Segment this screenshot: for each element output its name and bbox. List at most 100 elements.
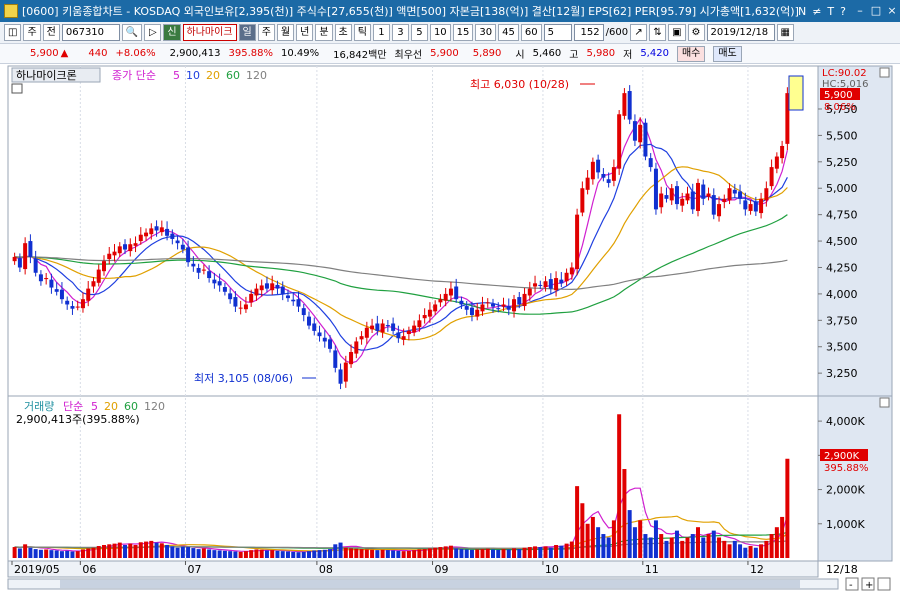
- count-input[interactable]: 152: [573, 24, 604, 41]
- sell-button[interactable]: 매도: [713, 45, 742, 62]
- volume-bar: [254, 549, 259, 558]
- volume-bar: [448, 545, 453, 558]
- period-day-button[interactable]: 일: [238, 24, 256, 41]
- interval-3-button[interactable]: 3: [391, 24, 409, 41]
- volume-bar: [538, 547, 543, 558]
- volume-bar: [191, 548, 196, 558]
- volume-bar: [86, 548, 91, 558]
- line-chart-icon[interactable]: ↗: [630, 24, 648, 41]
- volume-bar: [527, 547, 532, 558]
- candle-body: [533, 283, 538, 287]
- price-panel-menu[interactable]: [879, 67, 890, 78]
- volume-bar: [748, 546, 753, 558]
- candle-body: [653, 168, 658, 210]
- candle-body: [706, 193, 711, 197]
- interval-5-button[interactable]: 5: [410, 24, 428, 41]
- candle-body: [123, 244, 128, 250]
- prev-button[interactable]: 전: [42, 24, 60, 41]
- volume-bar: [101, 544, 106, 558]
- not-equal-icon[interactable]: ≠: [812, 5, 821, 18]
- compare-icon[interactable]: ⇅: [649, 24, 667, 41]
- candle-body: [732, 189, 737, 194]
- buy-button[interactable]: 매수: [676, 45, 706, 62]
- period-year-button[interactable]: 년: [296, 24, 314, 41]
- date-input[interactable]: 2019/12/18: [706, 24, 775, 41]
- close-button[interactable]: ×: [884, 4, 900, 18]
- volume-bar: [722, 540, 727, 558]
- maximize-button[interactable]: □: [868, 4, 884, 18]
- volume-bar: [674, 530, 679, 558]
- candle-body: [722, 198, 727, 202]
- text-icon[interactable]: T: [827, 5, 834, 18]
- volume-bar: [222, 550, 227, 558]
- volume-bar: [769, 534, 774, 558]
- price-panel[interactable]: [7, 65, 819, 397]
- period-month-button[interactable]: 월: [276, 24, 295, 41]
- period-tick-button[interactable]: 틱: [353, 24, 371, 41]
- panel-grid-icon[interactable]: [11, 83, 23, 94]
- candle-body: [154, 226, 159, 231]
- volume-bar: [207, 549, 212, 558]
- candle-body: [96, 269, 101, 283]
- settings-icon[interactable]: ⚙: [687, 24, 705, 41]
- interval-1-button[interactable]: 1: [372, 24, 390, 41]
- interval-15-button[interactable]: 15: [452, 24, 474, 41]
- volume-bar: [738, 544, 743, 558]
- volume-bar: [322, 549, 327, 558]
- candle-body: [117, 246, 122, 254]
- candle-body: [359, 336, 364, 340]
- volume-bar: [606, 537, 611, 558]
- interval-select[interactable]: 5: [543, 24, 572, 41]
- speaker-icon[interactable]: ▷: [144, 24, 162, 41]
- volume-bar: [632, 527, 637, 558]
- period-second-button[interactable]: 초: [334, 24, 352, 41]
- candle-body: [349, 352, 354, 365]
- help-icon[interactable]: ?: [840, 5, 846, 18]
- month-label: 09: [435, 563, 449, 576]
- volume-bar: [375, 550, 380, 558]
- new-icon[interactable]: N: [798, 5, 806, 18]
- volume-bar: [522, 547, 527, 558]
- scroll-thumb[interactable]: [60, 580, 800, 588]
- period-minute-button[interactable]: 분: [315, 24, 333, 41]
- volume-bar: [228, 551, 233, 558]
- mode-select[interactable]: 주: [23, 24, 41, 41]
- interval-10-button[interactable]: 10: [429, 24, 451, 41]
- x-axis: [7, 560, 819, 578]
- volume-bar: [107, 544, 112, 558]
- period-week-button[interactable]: 주: [257, 24, 275, 41]
- candle-body: [422, 315, 427, 319]
- candle-body: [307, 316, 312, 326]
- volume-bar: [54, 550, 59, 558]
- search-icon[interactable]: 🔍: [121, 24, 143, 41]
- volume-bar: [12, 547, 17, 558]
- save-icon[interactable]: ▣: [668, 24, 686, 41]
- volume-bar: [138, 542, 143, 558]
- calendar-icon[interactable]: ▦: [776, 24, 794, 41]
- interval-30-button[interactable]: 30: [475, 24, 497, 41]
- volume-value: 2,900,413: [169, 48, 221, 59]
- reset-button[interactable]: [877, 577, 891, 591]
- candle-body: [322, 337, 327, 342]
- candle-body: [564, 272, 569, 282]
- minimize-button[interactable]: –: [852, 4, 868, 18]
- layout-icon[interactable]: ◫: [4, 24, 22, 41]
- volume-bar: [485, 548, 490, 558]
- volume-bar: [590, 516, 595, 558]
- volume-panel-menu[interactable]: [879, 397, 890, 408]
- price-change-pct: +8.06%: [115, 48, 156, 59]
- interval-45-button[interactable]: 45: [498, 24, 519, 41]
- stock-code-input[interactable]: 067310: [61, 24, 120, 41]
- volume-bar: [469, 549, 474, 558]
- interval-60-button[interactable]: 60: [520, 24, 542, 41]
- volume-bar: [275, 550, 280, 558]
- up-arrow-icon: ▲: [60, 48, 69, 59]
- low-annotation: 최저 3,105 (08/06): [194, 372, 293, 385]
- candle-body: [632, 121, 637, 141]
- month-label: 2019/05: [14, 563, 60, 576]
- month-label: 11: [645, 563, 659, 576]
- volume-bar: [417, 549, 422, 558]
- volume-bar: [175, 547, 180, 558]
- chart-svg[interactable]: 5,7505,5005,2505,0004,7504,5004,2504,000…: [0, 64, 900, 597]
- volume-bar: [501, 549, 506, 558]
